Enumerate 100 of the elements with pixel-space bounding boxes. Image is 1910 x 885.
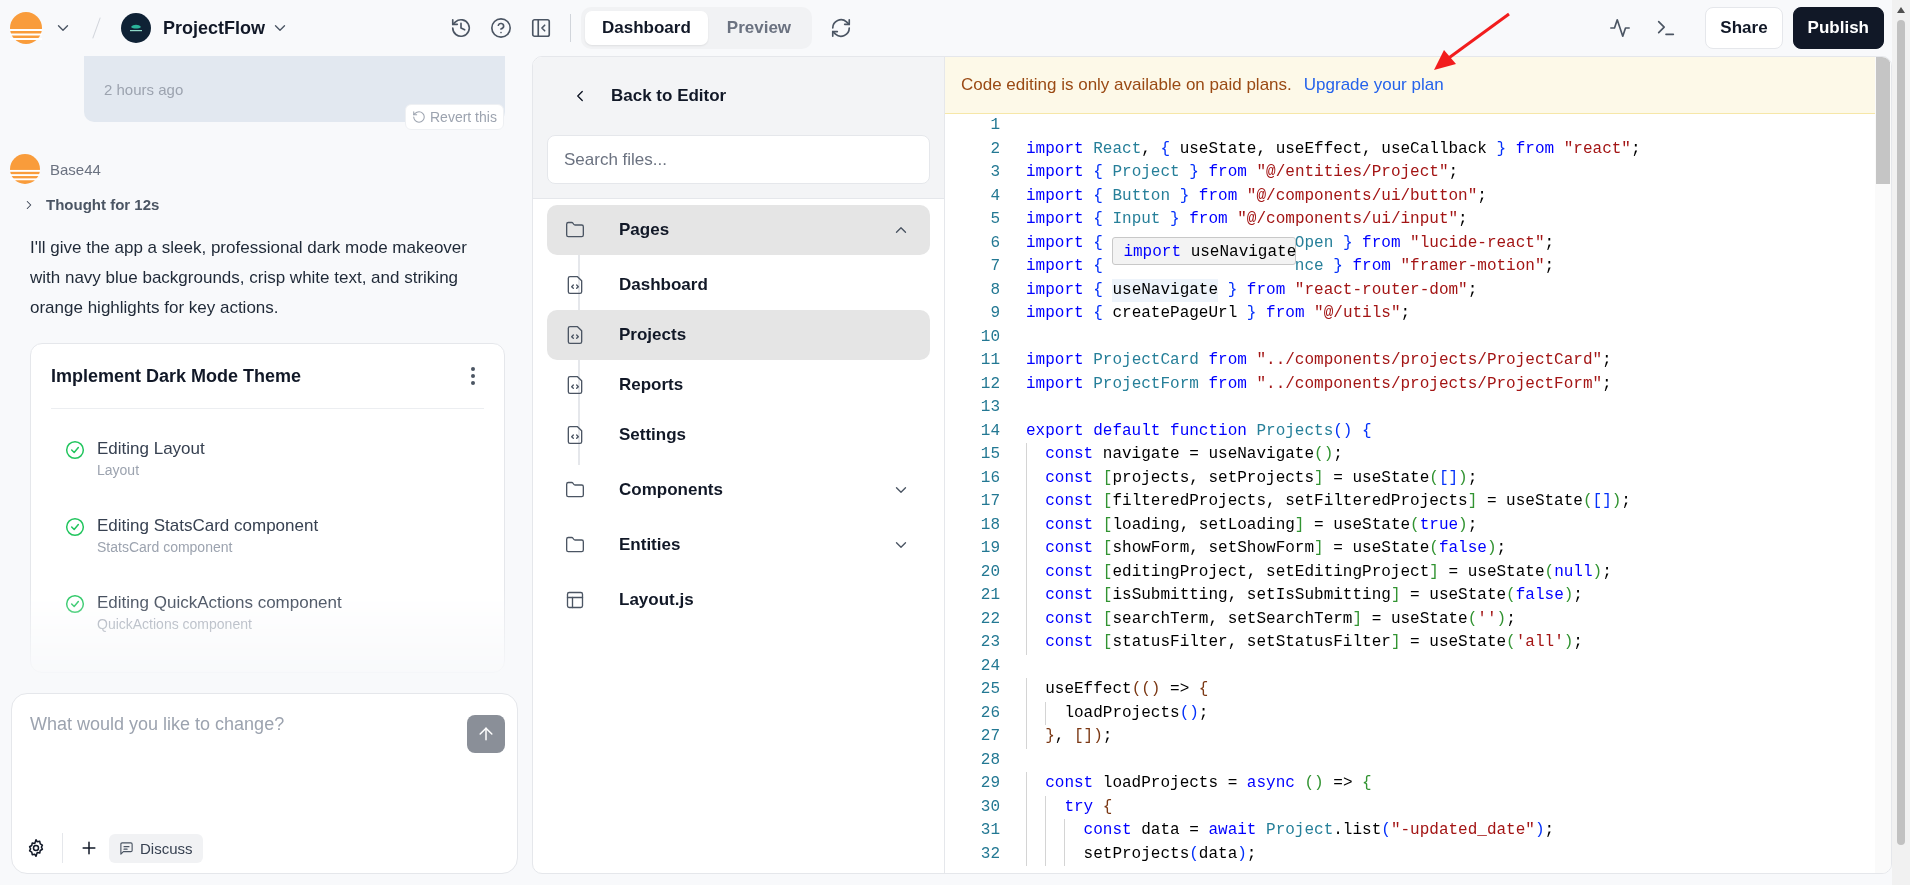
code-file-icon xyxy=(565,325,585,345)
task-subtitle: Layout xyxy=(97,462,141,478)
upgrade-link[interactable]: Upgrade your plan xyxy=(1303,75,1444,95)
timestamp: 2 hours ago xyxy=(104,80,184,98)
line-number: 2 xyxy=(989,138,1000,160)
line-number: 16 xyxy=(979,467,1000,489)
thought-toggle[interactable]: Thought for 12s xyxy=(22,196,160,213)
tree-item[interactable]: Settings xyxy=(547,410,930,460)
task-subtitle: QuickActions component xyxy=(97,616,253,632)
line-number: 7 xyxy=(989,256,1000,277)
line-number: 27 xyxy=(979,726,1000,747)
message-input[interactable]: What would you like to change? xyxy=(30,714,430,804)
code-line: const [showForm, setShowForm] = useState(false); xyxy=(1026,537,1507,561)
line-number: 5 xyxy=(989,209,1000,230)
line-number: 32 xyxy=(979,843,1000,865)
line-number: 25 xyxy=(979,679,1000,700)
code-line: import React, { useState, useEffect, useCallback } from "react"; xyxy=(1026,138,1641,160)
line-number: 17 xyxy=(979,491,1000,512)
line-number: 28 xyxy=(979,749,1000,771)
more-icon[interactable] xyxy=(470,366,476,386)
tree-item[interactable]: Reports xyxy=(547,360,930,410)
scrollbar[interactable] xyxy=(1892,0,1910,885)
code-line: import ProjectForm from "../components/projects/ProjectForm"; xyxy=(1026,373,1612,395)
code-file-icon xyxy=(565,275,585,295)
back-button[interactable]: Back to Editor xyxy=(547,57,727,135)
line-number: 21 xyxy=(979,585,1000,606)
code-line: }, []); xyxy=(1026,725,1113,749)
line-number: 19 xyxy=(979,538,1000,559)
code-line: const [searchTerm, setSearchTerm] = useState(''); xyxy=(1026,607,1516,631)
line-number: 12 xyxy=(979,373,1000,395)
line-number: 30 xyxy=(979,796,1000,818)
scroll-up-icon[interactable] xyxy=(1896,6,1906,14)
code-fragment: import { xyxy=(1026,256,1103,277)
line-number: 31 xyxy=(979,820,1000,841)
send-button[interactable] xyxy=(467,715,505,753)
code-line: import { createPageUrl } from "@/utils"; xyxy=(1026,303,1411,324)
code-file-icon xyxy=(565,375,585,395)
refresh-icon[interactable] xyxy=(830,17,853,39)
line-number: 11 xyxy=(979,350,1000,371)
line-number: 15 xyxy=(979,444,1000,465)
logo-icon xyxy=(10,12,42,44)
code-line: import { Button } from "@/components/ui/button"; xyxy=(1026,185,1487,207)
discuss-button[interactable]: Discuss xyxy=(109,833,203,863)
code-line: useEffect(() => { xyxy=(1026,678,1209,702)
message-icon xyxy=(119,840,134,856)
tree-item[interactable]: Projects xyxy=(547,310,930,360)
code-line: loadProjects(); xyxy=(1026,701,1209,725)
project-name[interactable]: ProjectFlow xyxy=(163,17,265,39)
composer[interactable]: What would you like to change? Discuss xyxy=(11,693,518,874)
code-line: setProjects(data); xyxy=(1026,842,1257,866)
tab[interactable]: Preview xyxy=(709,11,809,45)
code-fragment: import { xyxy=(1026,232,1103,254)
message-text: I'll give the app a sleek, professional dark mode makeover with navy blue backgrounds, crisp white text, and striking orange highlights for key actions. xyxy=(30,237,468,319)
tree-item[interactable]: Layout.js xyxy=(547,575,930,625)
activity-icon[interactable] xyxy=(1609,17,1632,39)
code-line: import ProjectCard from "../components/projects/ProjectCard"; xyxy=(1026,350,1612,371)
tree-item[interactable]: Entities xyxy=(547,520,930,570)
tree-item[interactable]: Pages xyxy=(547,205,930,255)
line-number: 1 xyxy=(989,115,1000,136)
search-field[interactable]: Search files... xyxy=(547,135,930,184)
code-line: const navigate = useNavigate(); xyxy=(1026,443,1343,467)
history-icon[interactable] xyxy=(450,17,472,39)
assistant-name: Base44 xyxy=(50,160,101,178)
line-number: 14 xyxy=(979,420,1000,442)
folder-icon xyxy=(565,220,585,240)
layout-icon xyxy=(565,590,585,610)
tree-item[interactable]: Components xyxy=(547,465,930,515)
line-number: 24 xyxy=(979,655,1000,677)
code-line: const [statusFilter, setStatusFilter] = useState('all'); xyxy=(1026,631,1583,655)
share-button[interactable]: Share xyxy=(1705,7,1783,49)
logo-icon xyxy=(10,154,40,184)
code-line: try { xyxy=(1026,795,1113,819)
scrollbar[interactable] xyxy=(1875,57,1891,873)
code-line: export default function Projects() { xyxy=(1026,420,1372,442)
line-number: 3 xyxy=(989,162,1000,183)
line-number: 10 xyxy=(979,326,1000,348)
code-line: const [filteredProjects, setFilteredProjects] = useState([]); xyxy=(1026,490,1631,514)
line-number: 9 xyxy=(989,303,1000,324)
code-line: const [loading, setLoading] = useState(true); xyxy=(1026,513,1478,537)
code-line: import { Project } from "@/entities/Project"; xyxy=(1026,162,1459,183)
code-fragment: Open } from "lucide-react"; xyxy=(1294,232,1555,252)
settings-icon[interactable] xyxy=(26,838,46,858)
line-number: 23 xyxy=(979,632,1000,653)
task-subtitle: StatsCard component xyxy=(97,539,234,555)
line-number: 8 xyxy=(989,279,1000,301)
code-line: const [editingProject, setEditingProject] = useState(null); xyxy=(1026,560,1612,584)
sidebar-toggle-icon[interactable] xyxy=(530,17,552,39)
tree-item[interactable]: Dashboard xyxy=(547,260,930,310)
folder-icon xyxy=(565,535,585,555)
code-file-icon xyxy=(565,425,585,445)
task-title: Editing Layout xyxy=(97,439,205,459)
help-icon[interactable] xyxy=(490,17,512,39)
tooltip: import useNavigate xyxy=(1112,237,1297,265)
code-line: const [projects, setProjects] = useState([]); xyxy=(1026,466,1478,490)
code-line: const loadProjects = async () => { xyxy=(1026,772,1372,796)
tab[interactable]: Dashboard xyxy=(585,11,708,45)
code-fragment: nce } from "framer-motion"; xyxy=(1294,257,1555,277)
notice-text: Code editing is only available on paid plans. xyxy=(961,75,1292,95)
publish-button[interactable]: Publish xyxy=(1792,7,1884,49)
line-number: 18 xyxy=(979,514,1000,536)
